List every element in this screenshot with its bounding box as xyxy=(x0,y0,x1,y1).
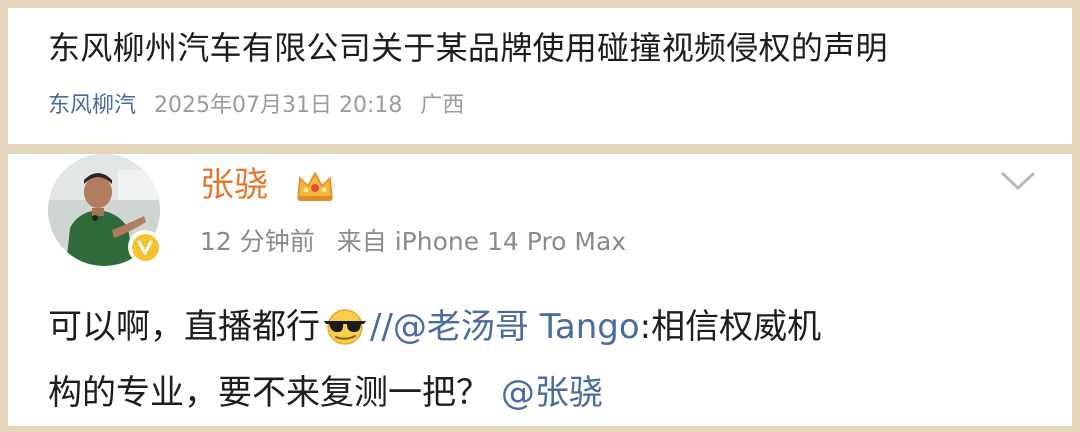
mention-laotangge[interactable]: @老汤哥 Tango xyxy=(393,307,640,347)
repost-separator: // xyxy=(370,307,393,347)
post-text-line-1: 可以啊，直播都行 //@老汤哥 Tango:相信权威机 xyxy=(48,298,1048,364)
article-datetime: 2025年07月31日 20:18 xyxy=(154,93,403,118)
sunglasses-emoji-icon xyxy=(322,306,368,364)
verified-badge-icon xyxy=(128,230,162,264)
post-time: 12 分钟前 xyxy=(200,227,315,256)
post-text-part1: 可以啊，直播都行 xyxy=(48,307,320,347)
article-title[interactable]: 东风柳州汽车有限公司关于某品牌使用碰撞视频侵权的声明 xyxy=(48,28,888,68)
post-card: 张骁 12 分钟前 来自 iPhone 14 Pro Max 可以啊，直播都行 xyxy=(8,154,1072,426)
mention-zhangxiao[interactable]: @张骁 xyxy=(501,373,603,413)
article-location: 广西 xyxy=(420,93,465,118)
article-meta: 东风柳汽 2025年07月31日 20:18 广西 xyxy=(48,92,464,120)
article-card[interactable]: 东风柳州汽车有限公司关于某品牌使用碰撞视频侵权的声明 东风柳汽 2025年07月… xyxy=(8,8,1072,144)
username[interactable]: 张骁 xyxy=(200,164,268,206)
post-device: 来自 iPhone 14 Pro Max xyxy=(336,227,627,256)
quoted-text-part2: 构的专业，要不来复测一把？ xyxy=(48,373,501,413)
post-meta: 12 分钟前 来自 iPhone 14 Pro Max xyxy=(200,226,626,258)
quoted-text-part1: :相信权威机 xyxy=(639,307,822,347)
chevron-down-icon[interactable] xyxy=(1000,170,1036,196)
post-text: 可以啊，直播都行 //@老汤哥 Tango:相信权威机 构的专业，要不来复测一把… xyxy=(48,298,1048,422)
article-source[interactable]: 东风柳汽 xyxy=(48,92,136,120)
post-text-line-2: 构的专业，要不来复测一把？ @张骁 xyxy=(48,364,1048,422)
crown-vip-icon[interactable] xyxy=(294,168,336,208)
